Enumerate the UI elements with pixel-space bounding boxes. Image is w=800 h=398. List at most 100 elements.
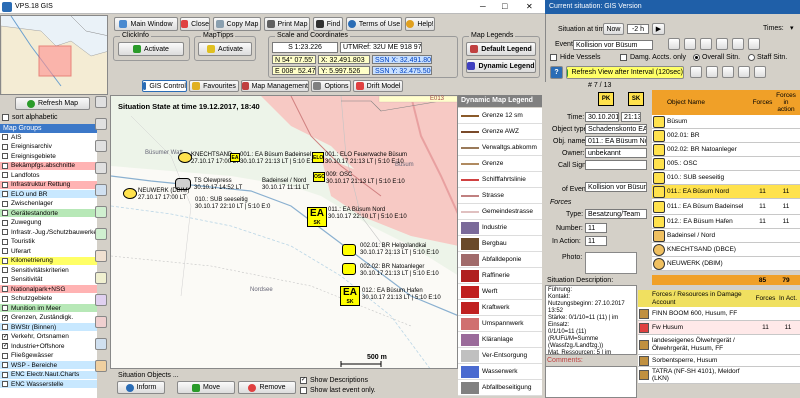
damage-row[interactable]: Sorbentsperre, Husum — [638, 355, 800, 367]
scale-field[interactable]: S 1:23.226 — [272, 42, 338, 53]
layer-item[interactable]: Touristik — [0, 237, 97, 246]
maximize-button[interactable]: □ — [502, 1, 507, 11]
overall-sitn-radio[interactable] — [693, 54, 700, 61]
tab-options[interactable]: Options — [311, 80, 351, 92]
layer-checkbox[interactable] — [2, 286, 8, 292]
map-canvas[interactable] — [110, 95, 458, 369]
select-icon[interactable] — [95, 272, 107, 284]
layer-checkbox[interactable] — [2, 162, 8, 169]
dynamic-legend-button[interactable]: Dynamic Legend — [466, 59, 536, 73]
layer-checkbox[interactable] — [2, 229, 8, 235]
layer-item[interactable]: ELO und BR — [0, 190, 97, 198]
staff-sitn-radio[interactable] — [748, 54, 755, 61]
marker-knechtsand-icon[interactable] — [178, 152, 192, 163]
layer-item[interactable]: ENC Wasserstelle — [0, 380, 97, 388]
move-button[interactable]: Move — [177, 381, 235, 394]
hand-icon[interactable] — [95, 162, 107, 174]
layer-item[interactable]: Infrastruktur Rettung — [0, 180, 97, 189]
zoom-in-icon[interactable] — [95, 96, 107, 108]
time-forward-button[interactable]: ▶ — [652, 23, 665, 35]
nav-icon-5[interactable] — [754, 66, 766, 78]
extent-icon[interactable] — [95, 184, 107, 196]
layer-checkbox[interactable] — [2, 324, 8, 330]
call-sign-field[interactable] — [585, 160, 647, 170]
sort-checkbox[interactable] — [2, 114, 9, 121]
layer-item[interactable]: ✓ Industrie+Offshore — [0, 342, 97, 350]
layer-checkbox[interactable] — [2, 200, 8, 207]
maptips-activate-button[interactable]: Activate — [198, 42, 252, 56]
layers-icon[interactable] — [95, 360, 107, 372]
layer-checkbox[interactable] — [2, 276, 8, 283]
overview-map[interactable] — [0, 15, 108, 95]
route-icon[interactable] — [95, 338, 107, 350]
nav-icon-3[interactable] — [722, 66, 734, 78]
event-icon-6[interactable] — [748, 38, 760, 50]
layer-item[interactable]: Schutzgebiete — [0, 294, 97, 303]
inform-button[interactable]: Inform — [117, 381, 165, 394]
in-action-field[interactable]: 11 — [585, 236, 607, 246]
event-icon-2[interactable] — [684, 38, 696, 50]
help-icon-button[interactable]: ? — [550, 66, 563, 79]
object-row[interactable]: 012.: EA Büsum Hafen 11 11 — [652, 215, 800, 229]
terms-button[interactable]: Terms of Use — [346, 17, 402, 31]
layer-checkbox[interactable]: ✓ — [2, 333, 8, 340]
close-button[interactable]: Close — [180, 17, 210, 31]
marker-ea-hafen-icon[interactable]: EA SK — [340, 286, 360, 306]
layer-checkbox[interactable] — [2, 153, 8, 159]
damage-row[interactable]: Fw Husum 11 11 — [638, 321, 800, 335]
object-row[interactable]: 011.: EA Büsum Nord 11 11 — [652, 185, 800, 199]
photo-box[interactable] — [585, 252, 637, 274]
minimize-button[interactable]: ─ — [480, 2, 486, 11]
layer-checkbox[interactable] — [2, 295, 8, 302]
layer-checkbox[interactable] — [2, 352, 8, 359]
time-offset-field[interactable]: -2 h — [627, 24, 649, 34]
layer-item[interactable]: Bekämpfgs.abschnitte — [0, 161, 97, 170]
nav-icon-2[interactable] — [706, 66, 718, 78]
print-map-button[interactable]: Print Map — [264, 17, 310, 31]
layer-item[interactable]: ✓ Verkehr, Ortsnamen — [0, 332, 97, 341]
show-last-event-checkbox[interactable] — [300, 387, 307, 394]
layer-checkbox[interactable] — [2, 371, 8, 378]
tab-map-management[interactable]: Map Management — [241, 80, 309, 92]
number-field[interactable]: 11 — [585, 223, 607, 233]
marker-elo-icon[interactable]: ELO — [312, 152, 324, 163]
layer-checkbox[interactable] — [2, 219, 8, 226]
layer-checkbox[interactable] — [2, 257, 8, 264]
object-row[interactable]: 005.: OSC — [652, 157, 800, 171]
layer-item[interactable]: Sensitivität — [0, 275, 97, 284]
layer-item[interactable]: WSP - Bereiche — [0, 361, 97, 369]
marker-ea-badeinsel-icon[interactable]: EA — [230, 153, 240, 162]
layer-checkbox[interactable] — [2, 267, 8, 273]
refresh-map-button[interactable]: Refresh Map — [15, 97, 90, 110]
layer-checkbox[interactable] — [2, 362, 8, 368]
tab-drift-model[interactable]: Drift Model — [353, 80, 403, 92]
layer-item[interactable]: Gerätestandorte — [0, 209, 97, 217]
tab-gis-control[interactable]: GIS Control — [142, 80, 187, 92]
hide-vessels-checkbox[interactable] — [550, 54, 557, 61]
object-name-field[interactable]: 011.: EA Büsum Nord — [585, 136, 647, 146]
object-row[interactable]: Badeinsel / Nord — [652, 229, 800, 243]
main-window-button[interactable]: Main Window — [114, 17, 178, 31]
layer-checkbox[interactable] — [2, 381, 8, 387]
pan-icon[interactable] — [95, 140, 107, 152]
marker-ea-nord-icon[interactable]: EA SK — [307, 207, 327, 227]
comments-box[interactable] — [545, 366, 637, 398]
object-row[interactable]: NEUWERK (DBIM) — [652, 257, 800, 271]
default-legend-button[interactable]: Default Legend — [466, 42, 536, 56]
layer-checkbox[interactable] — [2, 134, 8, 140]
layer-item[interactable]: Zuwegung — [0, 218, 97, 227]
event-icon-1[interactable] — [668, 38, 680, 50]
copy-map-button[interactable]: Copy Map — [213, 17, 261, 31]
show-descriptions-checkbox[interactable]: ✓ — [300, 377, 307, 384]
now-button[interactable]: Now — [603, 23, 624, 35]
marker-br-nato-icon[interactable] — [342, 263, 356, 275]
layer-item[interactable]: Infrastr.-Jug./Schutzbauwerke — [0, 228, 97, 236]
times-dropdown-icon[interactable]: ▾ — [790, 24, 794, 32]
zoom-out-icon[interactable] — [95, 118, 107, 130]
owner-field[interactable]: unbekannt — [585, 148, 647, 158]
identify-icon[interactable] — [95, 294, 107, 306]
back-icon[interactable] — [95, 206, 107, 218]
layer-item[interactable]: Landfotos — [0, 171, 97, 179]
time-date-field[interactable]: 30.10.2017 — [585, 112, 619, 122]
event-select[interactable]: Kollision vor Büsum — [573, 40, 653, 50]
